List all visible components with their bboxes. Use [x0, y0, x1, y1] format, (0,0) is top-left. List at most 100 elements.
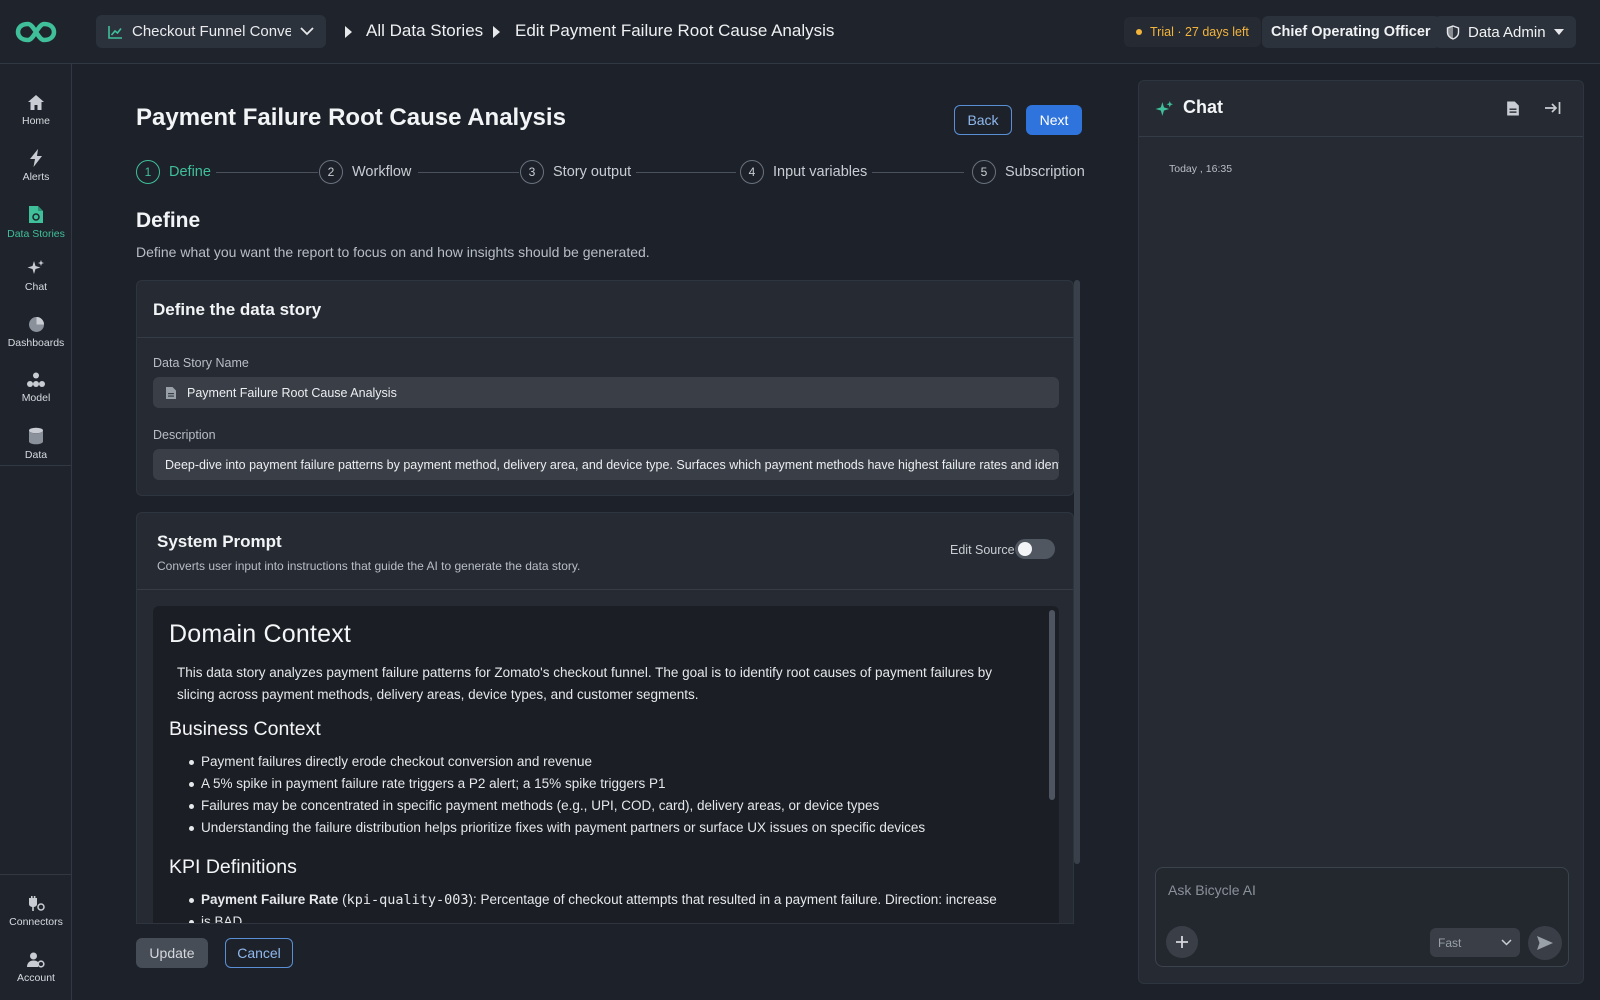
chat-composer: Fast	[1155, 867, 1569, 967]
description-label: Description	[153, 428, 216, 442]
trial-badge-text: Trial · 27 days left	[1150, 25, 1249, 39]
sidebar-item-home[interactable]: Home	[0, 84, 72, 136]
system-prompt-title: System Prompt	[157, 532, 282, 551]
sidebar-item-dashboards[interactable]: Dashboards	[0, 306, 72, 358]
model-mode-value: Fast	[1438, 935, 1462, 950]
system-prompt-card: System Prompt Converts user input into i…	[136, 512, 1074, 924]
chevron-down-icon	[1501, 939, 1512, 946]
caret-down-icon	[1554, 29, 1564, 35]
sidebar-item-alerts[interactable]: Alerts	[0, 140, 72, 192]
sidebar-item-label: Dashboards	[7, 336, 65, 349]
step-connector	[418, 172, 519, 173]
step-connector	[216, 172, 318, 173]
sidebar-item-account[interactable]: Account	[0, 942, 72, 994]
sidebar-item-data-stories[interactable]: Data Stories	[0, 196, 72, 248]
next-button[interactable]: Next	[1026, 105, 1082, 135]
data-story-selector[interactable]: Checkout Funnel Conver...	[96, 15, 326, 48]
list-item: A 5% spike in payment failure rate trigg…	[189, 773, 1041, 795]
kpi-code: kpi-quality-003	[346, 892, 469, 908]
breadcrumb-separator-icon	[345, 26, 352, 38]
back-button[interactable]: Back	[954, 105, 1012, 135]
notes-icon[interactable]	[1506, 100, 1520, 117]
add-attachment-button[interactable]	[1166, 926, 1198, 958]
send-icon	[1537, 936, 1553, 950]
chat-title: Chat	[1183, 97, 1223, 117]
bolt-icon	[30, 149, 42, 167]
business-context-list: Payment failures directly erode checkout…	[189, 751, 1041, 839]
role-label: Chief Operating Officer	[1271, 24, 1431, 40]
user-gear-icon	[27, 952, 45, 968]
main-scrollbar[interactable]	[1074, 280, 1080, 864]
step-number: 5	[972, 160, 996, 184]
send-button[interactable]	[1528, 926, 1562, 960]
list-item: Failures may be concentrated in specific…	[189, 795, 1041, 817]
description-value: Deep-dive into payment failure patterns …	[165, 457, 1059, 472]
step-number: 1	[136, 160, 160, 184]
sidebar-item-label: Data	[24, 449, 48, 461]
step-define[interactable]: 1 Define	[136, 160, 211, 184]
kpi-description-continued: is BAD	[201, 914, 243, 924]
chat-timestamp: Today , 16:35	[1169, 163, 1233, 175]
system-prompt-header: System Prompt Converts user input into i…	[137, 513, 1073, 590]
trial-badge[interactable]: Trial · 27 days left	[1124, 17, 1261, 47]
step-subscription[interactable]: 5 Subscription	[972, 160, 1085, 184]
sidebar-divider	[0, 465, 72, 466]
user-menu-button[interactable]: Data Admin	[1434, 16, 1576, 48]
step-workflow[interactable]: 2 Workflow	[319, 160, 411, 184]
section-subtitle: Define what you want the report to focus…	[136, 244, 650, 260]
plug-icon	[29, 896, 45, 911]
plus-icon	[1176, 936, 1188, 948]
sidebar-item-label: Account	[17, 972, 55, 984]
define-card-header: Define the data story	[137, 281, 1073, 338]
top-bar: Checkout Funnel Conver... All Data Stori…	[0, 0, 1600, 64]
toggle-knob	[1018, 542, 1032, 556]
model-mode-select[interactable]: Fast	[1430, 928, 1520, 957]
sidebar-item-connectors[interactable]: Connectors	[0, 886, 72, 938]
chat-input[interactable]	[1168, 882, 1548, 898]
step-input-variables[interactable]: 4 Input variables	[740, 160, 867, 184]
list-item: Understanding the failure distribution h…	[189, 817, 1041, 839]
sidebar-nav: Home Alerts Data Stories Chat Dashboards	[0, 64, 72, 1000]
trial-dot-icon	[1136, 29, 1142, 35]
list-item-continuation: is BAD	[189, 911, 1041, 924]
system-prompt-content[interactable]: Domain Context This data story analyzes …	[153, 606, 1059, 924]
sparkle-icon	[27, 260, 44, 274]
sidebar-item-chat[interactable]: Chat	[0, 250, 72, 302]
app-logo-icon[interactable]	[14, 18, 58, 46]
cancel-button[interactable]: Cancel	[225, 938, 293, 968]
step-label: Input variables	[773, 164, 868, 180]
content-scrollbar[interactable]	[1049, 610, 1055, 800]
chat-panel: Chat Today , 16:35 Fast	[1138, 80, 1584, 984]
step-label: Define	[169, 164, 211, 180]
update-button[interactable]: Update	[136, 938, 208, 968]
collapse-panel-icon[interactable]	[1544, 101, 1561, 115]
edit-source-label: Edit Source	[950, 543, 1015, 557]
domain-context-text: This data story analyzes payment failure…	[177, 665, 992, 702]
define-card-title: Define the data story	[153, 300, 322, 319]
step-label: Story output	[553, 164, 632, 180]
sidebar-item-label: Chat	[24, 281, 48, 293]
edit-source-toggle[interactable]	[1015, 539, 1055, 559]
sidebar-item-model[interactable]: Model	[0, 362, 72, 414]
model-icon	[27, 372, 45, 387]
system-prompt-subtitle: Converts user input into instructions th…	[157, 559, 581, 573]
step-story-output[interactable]: 3 Story output	[520, 160, 631, 184]
sidebar-item-data[interactable]: Data	[0, 418, 72, 470]
breadcrumb-all-data-stories[interactable]: All Data Stories	[366, 21, 483, 41]
step-number: 2	[319, 160, 343, 184]
sidebar-divider	[0, 874, 72, 875]
step-number: 4	[740, 160, 764, 184]
data-story-selector-label: Checkout Funnel Conver...	[132, 23, 291, 40]
chevron-down-icon	[300, 27, 314, 36]
heading-business-context: Business Context	[169, 718, 321, 740]
file-icon	[166, 386, 176, 399]
description-field[interactable]: Deep-dive into payment failure patterns …	[153, 449, 1059, 480]
breadcrumb-separator-icon	[493, 26, 500, 38]
data-story-name-field[interactable]: Payment Failure Root Cause Analysis	[153, 377, 1059, 408]
step-connector	[636, 172, 736, 173]
page-title: Payment Failure Root Cause Analysis	[136, 104, 566, 131]
step-label: Workflow	[352, 164, 412, 180]
role-selector[interactable]: Chief Operating Officer	[1262, 16, 1440, 48]
kpi-name: Payment Failure Rate	[201, 892, 339, 907]
data-story-name-value: Payment Failure Root Cause Analysis	[187, 385, 397, 400]
